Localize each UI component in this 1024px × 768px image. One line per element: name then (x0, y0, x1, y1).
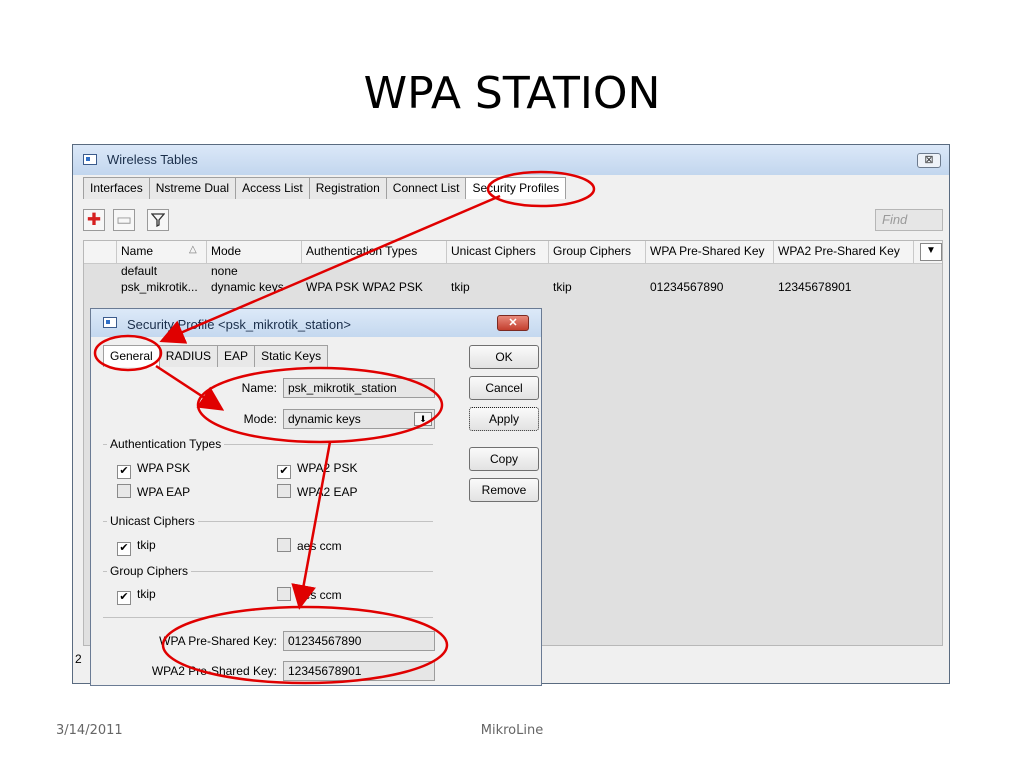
tab-eap[interactable]: EAP (217, 345, 256, 367)
filter-button[interactable] (147, 209, 169, 231)
column-name[interactable]: Name △ (117, 241, 207, 263)
window-icon (83, 154, 97, 165)
table-row[interactable]: psk_mikrotik... dynamic keys WPA PSK WPA… (84, 280, 942, 296)
tab-static-keys[interactable]: Static Keys (254, 345, 329, 367)
column-group-ciphers[interactable]: Group Ciphers (549, 241, 646, 263)
column-unicast-ciphers[interactable]: Unicast Ciphers (447, 241, 549, 263)
slide-footer: MikroLine (480, 723, 544, 738)
general-panel: Name: psk_mikrotik_station Mode: dynamic… (103, 345, 539, 687)
wpa2-psk-checkbox[interactable]: ✔ WPA2 PSK (277, 461, 357, 479)
wpa-key-field[interactable]: 01234567890 (283, 631, 435, 651)
group-tkip-checkbox[interactable]: ✔ tkip (117, 587, 156, 605)
column-menu-icon[interactable]: ▼ (920, 243, 942, 261)
row-marker-column (84, 241, 117, 263)
wpa2-key-label: WPA2 Pre-Shared Key: (151, 664, 277, 678)
group-ciphers-label: Group Ciphers (107, 564, 192, 578)
add-button[interactable]: ✚ (83, 209, 105, 231)
table-header: Name △ Mode Authentication Types Unicast… (84, 241, 942, 264)
tab-connect-list[interactable]: Connect List (385, 177, 467, 199)
wpa2-eap-checkbox[interactable]: WPA2 EAP (277, 484, 357, 500)
wireless-tables-title: Wireless Tables (107, 152, 198, 167)
unicast-group-label: Unicast Ciphers (107, 514, 198, 528)
cancel-button[interactable]: Cancel (469, 376, 539, 400)
toolbar: ✚ ▭ Find (83, 207, 943, 231)
dialog-tabs: General RADIUS EAP Static Keys (103, 345, 329, 367)
wpa2-key-field[interactable]: 12345678901 (283, 661, 435, 681)
security-profile-titlebar[interactable]: Security Profile <psk_mikrotik_station> … (91, 309, 541, 337)
name-label: Name: (241, 381, 277, 395)
wireless-tabs: Interfaces Nstreme Dual Access List Regi… (83, 177, 567, 199)
column-wpa-key[interactable]: WPA Pre-Shared Key (646, 241, 774, 263)
close-icon[interactable]: ✕ (497, 315, 529, 331)
unicast-aes-ccm-checkbox[interactable]: aes ccm (277, 538, 342, 554)
tab-nstreme-dual[interactable]: Nstreme Dual (148, 177, 237, 199)
table-row[interactable]: default none (84, 264, 942, 280)
security-profile-dialog: Security Profile <psk_mikrotik_station> … (90, 308, 542, 686)
item-count: 2 (75, 652, 82, 666)
window-icon (103, 317, 117, 328)
tab-interfaces[interactable]: Interfaces (83, 177, 150, 199)
remove-button[interactable]: ▭ (113, 209, 135, 231)
wpa-key-label: WPA Pre-Shared Key: (159, 634, 277, 648)
close-icon[interactable]: ⊠ (917, 153, 941, 168)
wpa-eap-checkbox[interactable]: WPA EAP (117, 484, 190, 500)
tab-radius[interactable]: RADIUS (158, 345, 219, 367)
mode-label: Mode: (243, 412, 277, 426)
auth-group-label: Authentication Types (107, 437, 225, 451)
copy-button[interactable]: Copy (469, 447, 539, 471)
ok-button[interactable]: OK (469, 345, 539, 369)
slide-title: WPA STATION (363, 68, 661, 119)
wireless-tables-titlebar[interactable]: Wireless Tables ⊠ (73, 145, 949, 175)
apply-button[interactable]: Apply (469, 407, 539, 431)
sort-icon: △ (189, 244, 197, 255)
mode-select[interactable]: dynamic keys ⬇ (283, 409, 435, 429)
tab-access-list[interactable]: Access List (235, 177, 310, 199)
remove-button[interactable]: Remove (469, 478, 539, 502)
name-field[interactable]: psk_mikrotik_station (283, 378, 435, 398)
security-profile-title: Security Profile <psk_mikrotik_station> (127, 317, 351, 332)
group-aes-ccm-checkbox[interactable]: aes ccm (277, 587, 342, 603)
check-icon: ✔ (117, 465, 131, 479)
find-input[interactable]: Find (875, 209, 943, 231)
chevron-down-icon[interactable]: ⬇ (414, 412, 432, 426)
check-icon: ✔ (117, 542, 131, 556)
column-authentication-types[interactable]: Authentication Types (302, 241, 447, 263)
column-mode[interactable]: Mode (207, 241, 302, 263)
unicast-tkip-checkbox[interactable]: ✔ tkip (117, 538, 156, 556)
column-wpa2-key[interactable]: WPA2 Pre-Shared Key (774, 241, 914, 263)
tab-security-profiles[interactable]: Security Profiles (465, 177, 567, 199)
filter-icon (150, 213, 166, 228)
check-icon: ✔ (277, 465, 291, 479)
wpa-psk-checkbox[interactable]: ✔ WPA PSK (117, 461, 190, 479)
tab-registration[interactable]: Registration (308, 177, 387, 199)
divider (103, 617, 433, 618)
tab-general[interactable]: General (103, 345, 160, 367)
check-icon: ✔ (117, 591, 131, 605)
